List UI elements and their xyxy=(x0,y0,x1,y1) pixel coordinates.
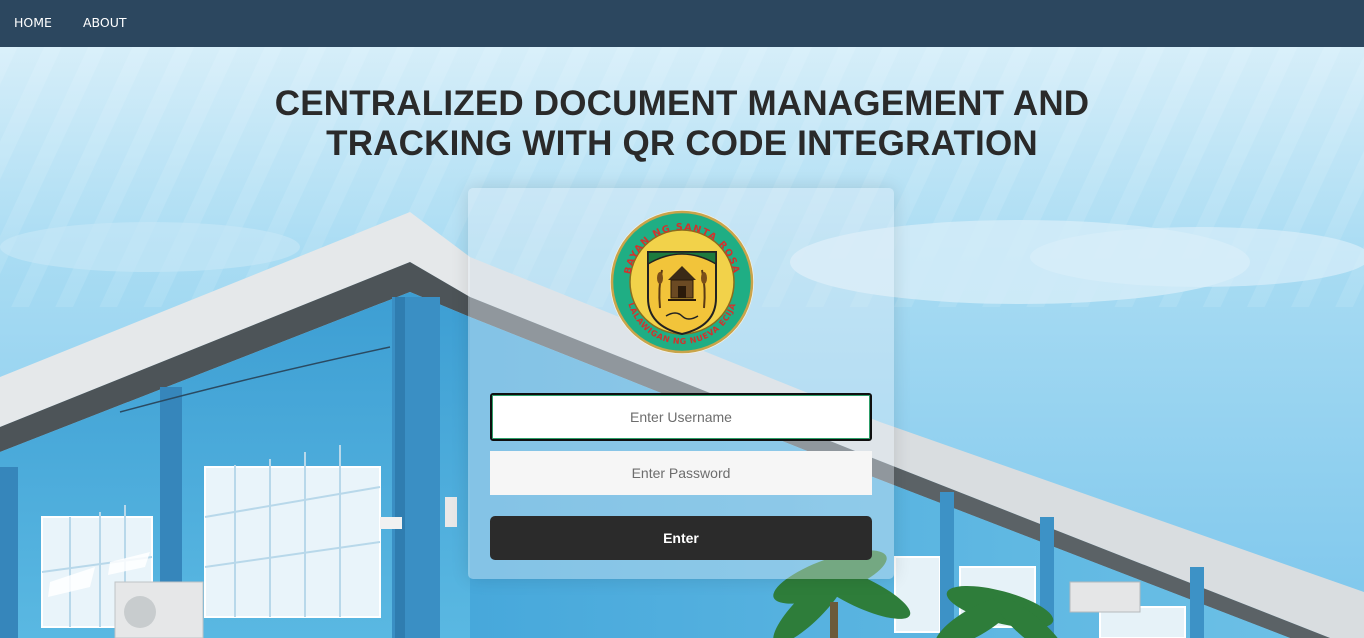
enter-button[interactable]: Enter xyxy=(490,516,872,560)
page-title-line-1: CENTRALIZED DOCUMENT MANAGEMENT AND xyxy=(274,84,1090,123)
username-input[interactable] xyxy=(490,393,872,441)
page-title: CENTRALIZED DOCUMENT MANAGEMENT AND TRAC… xyxy=(0,84,1364,164)
top-navbar: HOME ABOUT xyxy=(0,0,1364,47)
page-title-line-2: TRACKING WITH QR CODE INTEGRATION xyxy=(326,124,1038,163)
nav-about-link[interactable]: ABOUT xyxy=(83,15,127,30)
municipal-seal-logo: BAYAN NG SANTA ROSA LALAWIGAN NG NUEVA E… xyxy=(610,210,754,354)
login-card: BAYAN NG SANTA ROSA LALAWIGAN NG NUEVA E… xyxy=(468,188,894,579)
password-input[interactable] xyxy=(490,451,872,495)
nav-home-link[interactable]: HOME xyxy=(14,15,52,30)
